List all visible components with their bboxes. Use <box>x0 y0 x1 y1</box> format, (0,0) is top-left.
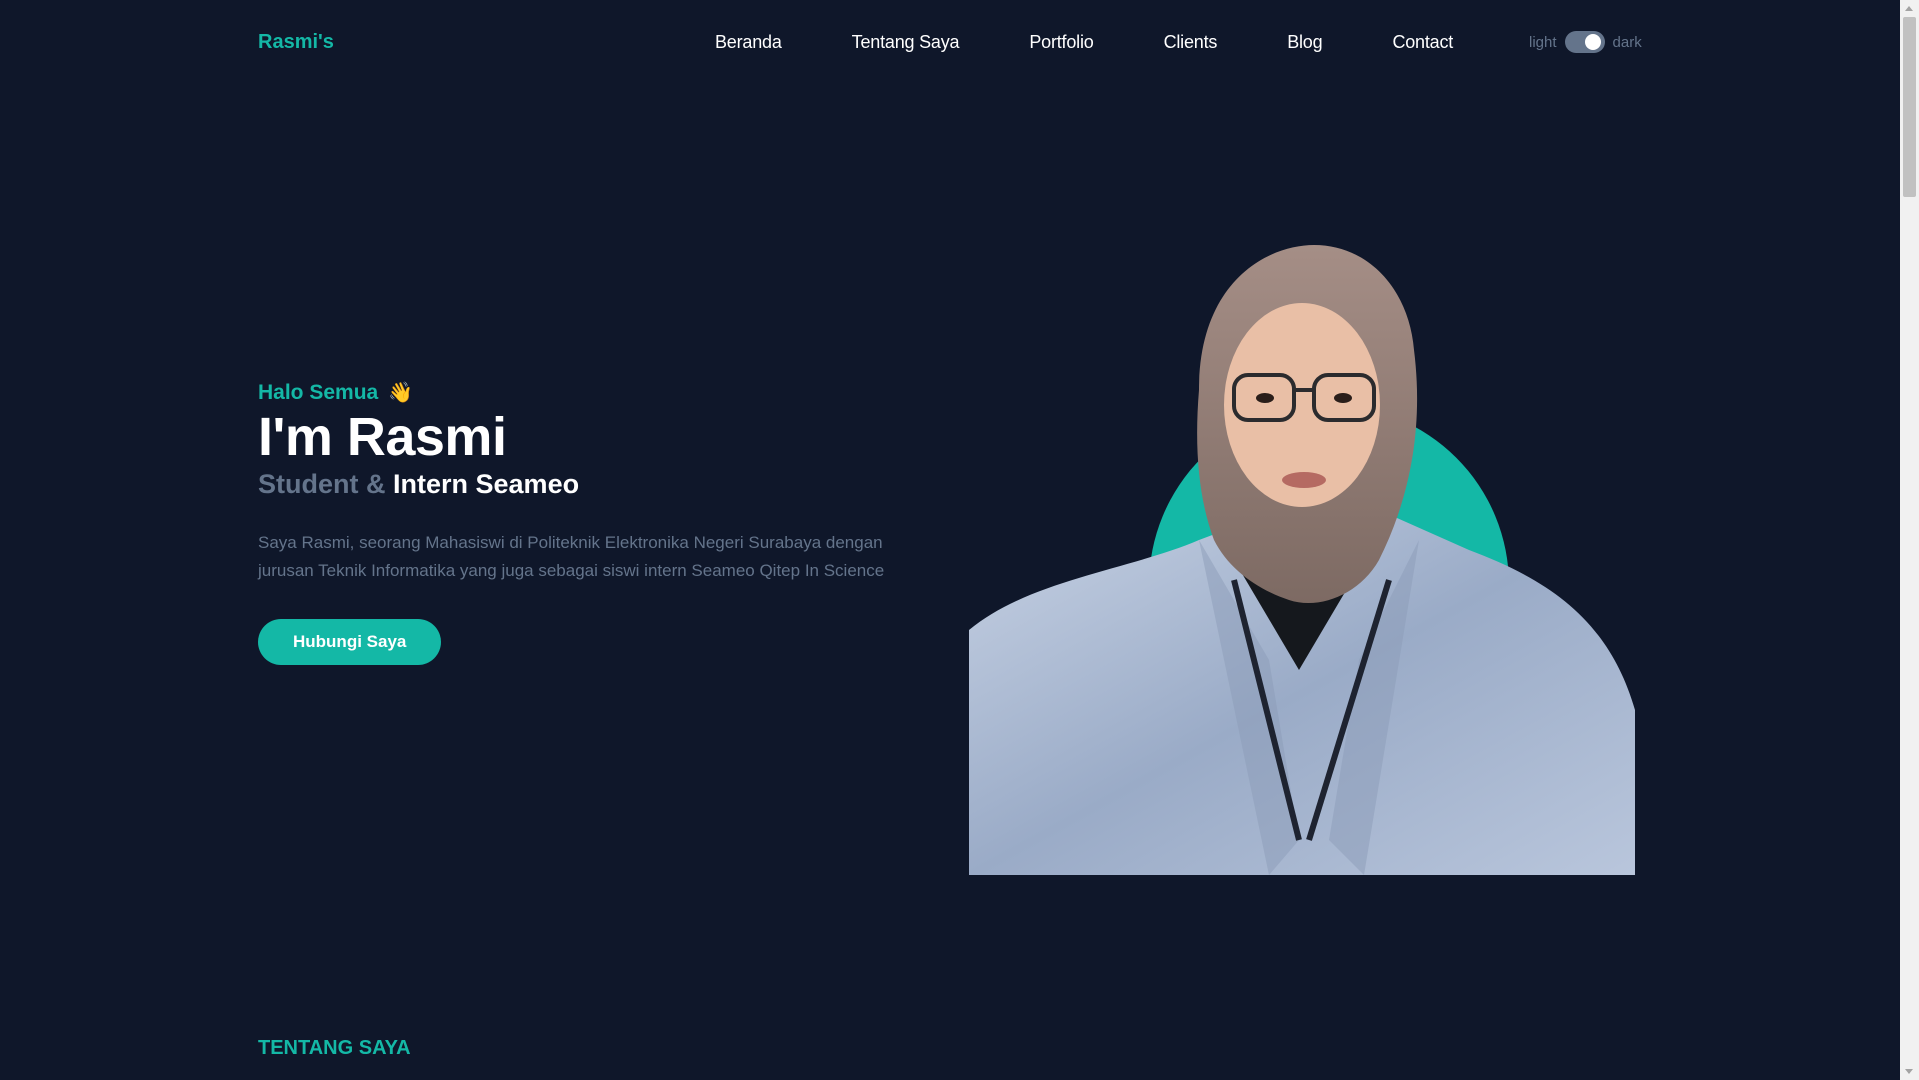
hero-description: Saya Rasmi, seorang Mahasiswi di Politek… <box>258 533 885 580</box>
scroll-up-arrow-icon[interactable] <box>1905 6 1913 11</box>
nav-item-portfolio[interactable]: Portfolio <box>1029 32 1093 52</box>
role-main: Intern Seameo <box>393 469 580 499</box>
theme-light-label: light <box>1529 33 1557 51</box>
navbar: Rasmi's Beranda Tentang Saya Portfolio C… <box>0 0 1900 88</box>
vertical-scrollbar[interactable] <box>1900 0 1919 1080</box>
hero-role: Student & Intern Seameo <box>258 467 918 501</box>
nav-item-tentang-saya[interactable]: Tentang Saya <box>852 32 960 52</box>
nav-item-beranda[interactable]: Beranda <box>715 32 782 52</box>
dark-mode-switch[interactable] <box>1564 31 1605 53</box>
hero-greeting: Halo Semua 👋 <box>258 380 918 405</box>
nav-item-contact[interactable]: Contact <box>1392 32 1453 52</box>
greeting-text: Halo Semua <box>258 380 379 404</box>
switch-knob <box>1584 34 1601 50</box>
hero-name: I'm Rasmi <box>258 407 507 467</box>
nav-links: Beranda Tentang Saya Portfolio Clients B… <box>715 32 1523 53</box>
scrollbar-thumb[interactable] <box>1903 17 1916 197</box>
hero-section: Halo Semua 👋 I'm Rasmi Student & Intern … <box>258 380 918 665</box>
nav-item-clients[interactable]: Clients <box>1164 32 1218 52</box>
theme-toggle: light dark <box>1529 31 1642 53</box>
nav-item-blog[interactable]: Blog <box>1287 32 1322 52</box>
waving-hand-icon: 👋 <box>388 382 414 404</box>
contact-me-button[interactable]: Hubungi Saya <box>258 619 442 665</box>
profile-photo <box>969 240 1635 875</box>
section-title-about: TENTANG SAYA <box>258 1037 411 1059</box>
role-prefix: Student & <box>258 469 386 499</box>
scroll-down-arrow-icon[interactable] <box>1905 1069 1913 1074</box>
brand-logo[interactable]: Rasmi's <box>258 31 334 54</box>
theme-dark-label: dark <box>1612 33 1642 51</box>
